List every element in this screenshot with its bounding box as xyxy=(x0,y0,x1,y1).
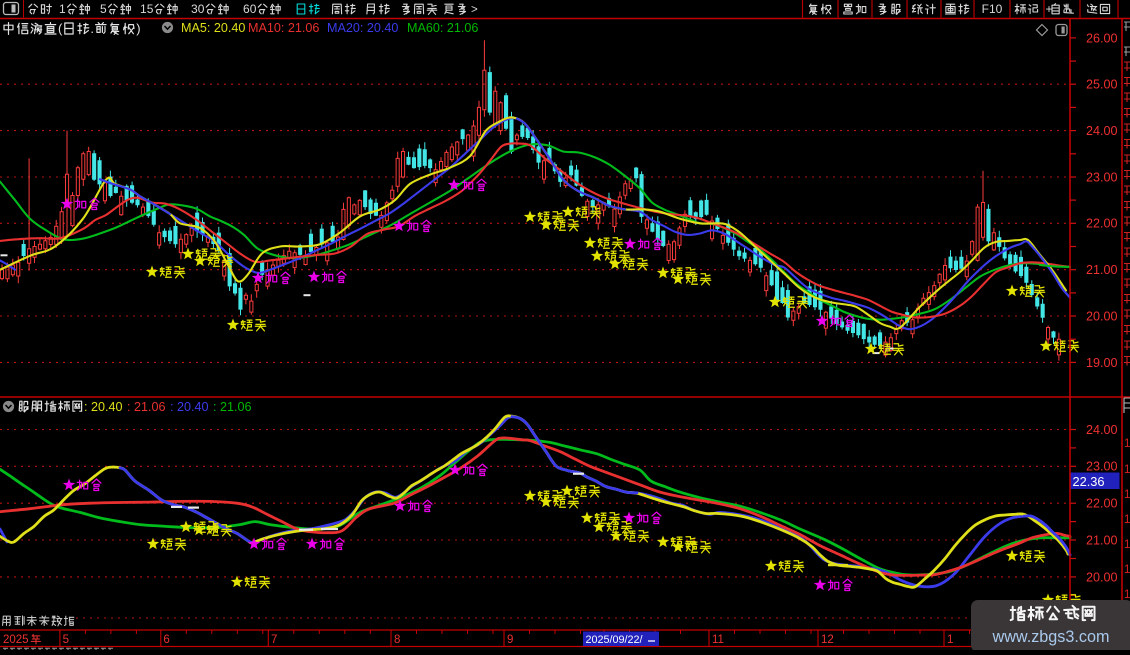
svg-text:5: 5 xyxy=(63,634,69,646)
svg-text:1: 1 xyxy=(1124,464,1130,476)
svg-text:6: 6 xyxy=(163,634,169,646)
svg-text:22.00: 22.00 xyxy=(1086,217,1118,231)
svg-text:F10: F10 xyxy=(982,2,1003,16)
svg-text:20.00: 20.00 xyxy=(1086,570,1118,584)
svg-text:21.00: 21.00 xyxy=(1086,533,1118,547)
svg-text:5: 5 xyxy=(147,2,154,16)
svg-text:1: 1 xyxy=(1124,438,1130,450)
svg-text:1: 1 xyxy=(1124,539,1130,551)
svg-text:11: 11 xyxy=(712,634,724,646)
svg-text:7: 7 xyxy=(271,634,277,646)
svg-text:23.00: 23.00 xyxy=(1086,170,1118,184)
svg-text:.: . xyxy=(90,21,94,36)
svg-text:www.zbgs3.com: www.zbgs3.com xyxy=(992,628,1110,646)
svg-text:: 21.06: : 21.06 xyxy=(127,400,166,414)
svg-text:0: 0 xyxy=(250,2,257,16)
svg-text:2025/09/22/: 2025/09/22/ xyxy=(586,634,643,646)
svg-text:8: 8 xyxy=(394,634,400,646)
svg-text:22.36: 22.36 xyxy=(1073,474,1105,489)
svg-text:>: > xyxy=(471,4,478,16)
svg-text:(: ( xyxy=(58,21,63,36)
svg-text:0: 0 xyxy=(198,2,205,16)
svg-text:5: 5 xyxy=(100,2,107,16)
svg-text:22.00: 22.00 xyxy=(1086,497,1118,511)
svg-text:25.00: 25.00 xyxy=(1086,78,1118,92)
svg-text:MA20: 20.40: MA20: 20.40 xyxy=(327,21,398,35)
svg-text:: 20.40: : 20.40 xyxy=(170,400,209,414)
svg-text:21.00: 21.00 xyxy=(1086,263,1118,277)
svg-text:): ) xyxy=(136,21,140,36)
svg-text:1: 1 xyxy=(1124,514,1130,526)
svg-text:20.00: 20.00 xyxy=(1086,309,1118,323)
svg-text:MA5: 20.40: MA5: 20.40 xyxy=(181,21,245,35)
svg-text:19.00: 19.00 xyxy=(1086,356,1118,370)
svg-text:23.00: 23.00 xyxy=(1086,460,1118,474)
svg-text:24.00: 24.00 xyxy=(1086,124,1118,138)
svg-text:1: 1 xyxy=(1124,489,1130,501)
svg-text:MA10: 21.06: MA10: 21.06 xyxy=(248,21,319,35)
svg-text:1: 1 xyxy=(1124,589,1130,601)
svg-text:2025: 2025 xyxy=(3,634,29,646)
svg-text:1: 1 xyxy=(1124,564,1130,576)
svg-text:26.00: 26.00 xyxy=(1086,31,1118,45)
svg-text:1: 1 xyxy=(947,634,953,646)
svg-text:9: 9 xyxy=(507,634,513,646)
svg-text:MA60: 21.06: MA60: 21.06 xyxy=(407,21,478,35)
svg-text:24.00: 24.00 xyxy=(1086,423,1118,437)
svg-text:1: 1 xyxy=(59,2,66,16)
svg-text:: 21.06: : 21.06 xyxy=(213,400,252,414)
svg-text:12: 12 xyxy=(821,634,834,646)
svg-text:: 20.40: : 20.40 xyxy=(84,400,123,414)
